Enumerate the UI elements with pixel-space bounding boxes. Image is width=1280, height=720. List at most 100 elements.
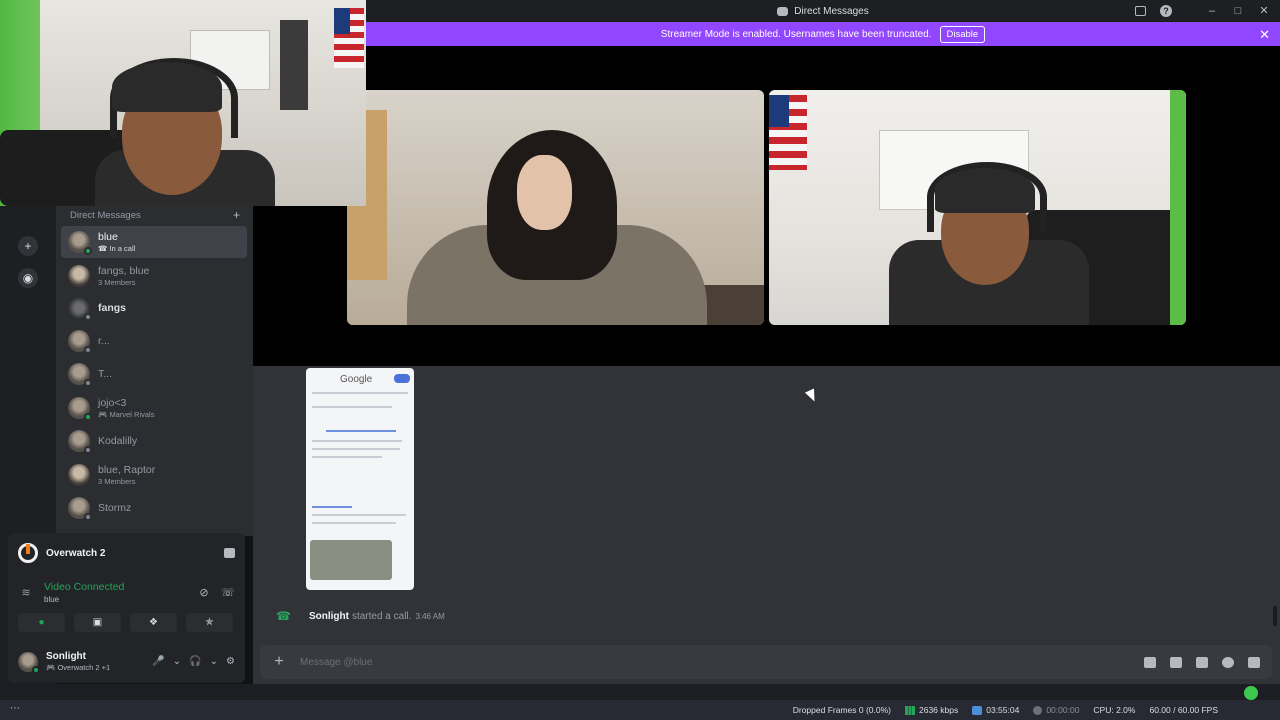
game-name: Overwatch 2 bbox=[46, 547, 106, 559]
share-screen-button[interactable]: ▣ bbox=[74, 613, 121, 632]
obs-status-indicator bbox=[1244, 686, 1258, 700]
user-panel: Sonlight 🎮 Overwatch 2 +1 🎤 ⌄ 🎧 ⌄ ⚙ bbox=[18, 651, 235, 674]
audio-options-icon[interactable]: ⌄ bbox=[210, 656, 218, 667]
dm-item-blue-raptor[interactable]: blue, Raptor 3 Members bbox=[61, 459, 247, 491]
fps: 60.00 / 60.00 FPS bbox=[1149, 705, 1218, 715]
dm-item-kodalilly[interactable]: Kodalilly bbox=[61, 425, 247, 457]
upload-icon[interactable]: + bbox=[272, 654, 286, 670]
dm-item-name: fangs bbox=[98, 302, 127, 314]
overwatch-icon bbox=[18, 543, 38, 563]
window-title: Direct Messages bbox=[794, 5, 869, 17]
dm-item-status: 3 Members bbox=[98, 477, 136, 486]
dropped-frames: Dropped Frames 0 (0.0%) bbox=[792, 705, 891, 715]
dm-item-t[interactable]: T... bbox=[61, 358, 247, 390]
mute-icon[interactable]: 🎤 bbox=[152, 656, 164, 667]
voice-controls: ● ▣ ❖ ✯ bbox=[18, 613, 235, 632]
live-time: 03:55:04 bbox=[972, 705, 1019, 715]
webcam-overlay bbox=[0, 0, 366, 206]
voice-channel[interactable]: blue bbox=[44, 595, 187, 604]
dm-item-name: blue, Raptor bbox=[98, 464, 156, 476]
sticker-icon[interactable] bbox=[1196, 656, 1208, 668]
dm-item-name: blue bbox=[98, 231, 118, 243]
avatar bbox=[68, 464, 90, 486]
deafen-icon[interactable]: 🎧 bbox=[189, 656, 201, 667]
dm-item-name: r... bbox=[98, 335, 110, 347]
dm-header: Direct Messages + bbox=[70, 209, 240, 221]
bitrate: 2636 kbps bbox=[905, 705, 958, 715]
disconnect-icon[interactable]: ☏ bbox=[221, 586, 235, 600]
discover-icon[interactable]: ◉ bbox=[18, 268, 38, 288]
dm-item-jojo[interactable]: jojo<3 🎮 Marvel Rivals bbox=[61, 392, 247, 424]
dm-item-status: ☎ In a call bbox=[98, 244, 136, 253]
add-server-icon[interactable]: + bbox=[18, 236, 38, 256]
dm-item-name: fangs, blue bbox=[98, 265, 150, 277]
cpu-usage: CPU: 2.0% bbox=[1093, 705, 1136, 715]
dm-sidebar: Direct Messages + blue ☎ In a call fangs… bbox=[56, 206, 253, 536]
user-name: Sonlight bbox=[46, 651, 86, 662]
message-composer[interactable]: + Message @blue bbox=[260, 645, 1272, 679]
app-root: Direct Messages ? – □ ✕ Streamer Mode is… bbox=[0, 0, 1280, 720]
message-input[interactable]: Message @blue bbox=[300, 657, 1144, 668]
inbox-icon[interactable] bbox=[1135, 6, 1146, 16]
avatar bbox=[68, 363, 92, 387]
dm-item-name: Stormz bbox=[98, 502, 132, 514]
gift-icon[interactable] bbox=[1144, 656, 1156, 668]
rec-time: 00:00:00 bbox=[1033, 705, 1079, 715]
call-user[interactable]: Sonlight bbox=[309, 611, 349, 622]
banner-text: Streamer Mode is enabled. Usernames have… bbox=[660, 28, 932, 40]
create-dm-icon[interactable]: + bbox=[233, 209, 240, 221]
avatar bbox=[68, 231, 92, 255]
dm-item-fangs-blue[interactable]: fangs, blue 3 Members bbox=[61, 260, 247, 292]
avatar bbox=[68, 497, 92, 521]
apps-icon[interactable] bbox=[1248, 656, 1260, 668]
chat-image-attachment[interactable]: Google bbox=[306, 368, 414, 590]
obs-status-bar: ⋯ Dropped Frames 0 (0.0%) 2636 kbps 03:5… bbox=[0, 700, 1280, 720]
discord-icon bbox=[777, 6, 789, 16]
disable-streamer-mode-button[interactable]: Disable bbox=[939, 25, 986, 43]
dm-header-label: Direct Messages bbox=[70, 210, 141, 221]
mic-options-icon[interactable]: ⌄ bbox=[173, 656, 181, 667]
user-activity: 🎮 Overwatch 2 +1 bbox=[46, 663, 111, 672]
avatar[interactable] bbox=[18, 651, 40, 674]
dm-item-blue[interactable]: blue ☎ In a call bbox=[61, 226, 247, 258]
dm-item-stormz[interactable]: Stormz bbox=[61, 492, 247, 524]
avatar bbox=[68, 430, 92, 454]
maximize-icon[interactable]: □ bbox=[1232, 5, 1244, 17]
call-started-message: ☎ Sonlight started a call. 3:46 AM bbox=[276, 609, 445, 623]
avatar bbox=[68, 330, 92, 354]
activities-button[interactable]: ❖ bbox=[130, 613, 177, 632]
noise-suppression-icon[interactable]: ⊘ bbox=[197, 586, 211, 600]
dm-item-name: jojo<3 bbox=[98, 397, 127, 409]
camera-button[interactable]: ● bbox=[18, 613, 65, 632]
settings-gear-icon[interactable]: ⚙ bbox=[226, 656, 235, 667]
minimize-icon[interactable]: – bbox=[1206, 5, 1218, 17]
google-logo: Google bbox=[340, 374, 373, 385]
dm-item-status: 🎮 Marvel Rivals bbox=[98, 410, 155, 419]
stream-game-icon[interactable] bbox=[224, 548, 235, 558]
chat-scrollbar[interactable] bbox=[1273, 606, 1277, 626]
phone-icon: ☎ bbox=[276, 609, 291, 623]
avatar bbox=[68, 265, 90, 287]
record-icon bbox=[1033, 705, 1043, 715]
title-bar: Direct Messages ? – □ ✕ bbox=[366, 0, 1280, 22]
video-tile-sonlight[interactable] bbox=[769, 90, 1186, 325]
status-panel: Overwatch 2 ≋ Video Connected blue ⊘ ☏ ●… bbox=[8, 533, 245, 683]
game-activity: Overwatch 2 bbox=[18, 543, 235, 563]
video-tile-blue[interactable] bbox=[347, 90, 764, 325]
dm-item-name: Kodalilly bbox=[98, 435, 138, 447]
dm-item-r[interactable]: r... bbox=[61, 325, 247, 357]
close-window-icon[interactable]: ✕ bbox=[1258, 5, 1270, 17]
dm-item-name: T... bbox=[98, 368, 113, 380]
dm-item-status: 3 Members bbox=[98, 278, 136, 287]
signal-icon[interactable]: ≋ bbox=[18, 585, 34, 601]
soundboard-button[interactable]: ✯ bbox=[186, 613, 233, 632]
help-icon[interactable]: ? bbox=[1160, 5, 1172, 17]
dm-item-fangs[interactable]: fangs bbox=[61, 292, 247, 324]
gif-icon[interactable] bbox=[1170, 656, 1182, 668]
more-icon[interactable]: ⋯ bbox=[10, 703, 20, 714]
call-timestamp: 3:46 AM bbox=[415, 611, 445, 621]
voice-status[interactable]: Video Connected bbox=[44, 581, 187, 593]
emoji-icon[interactable] bbox=[1222, 656, 1234, 668]
voice-connection: ≋ Video Connected blue ⊘ ☏ bbox=[18, 581, 235, 604]
close-banner-icon[interactable]: ✕ bbox=[1259, 27, 1270, 43]
